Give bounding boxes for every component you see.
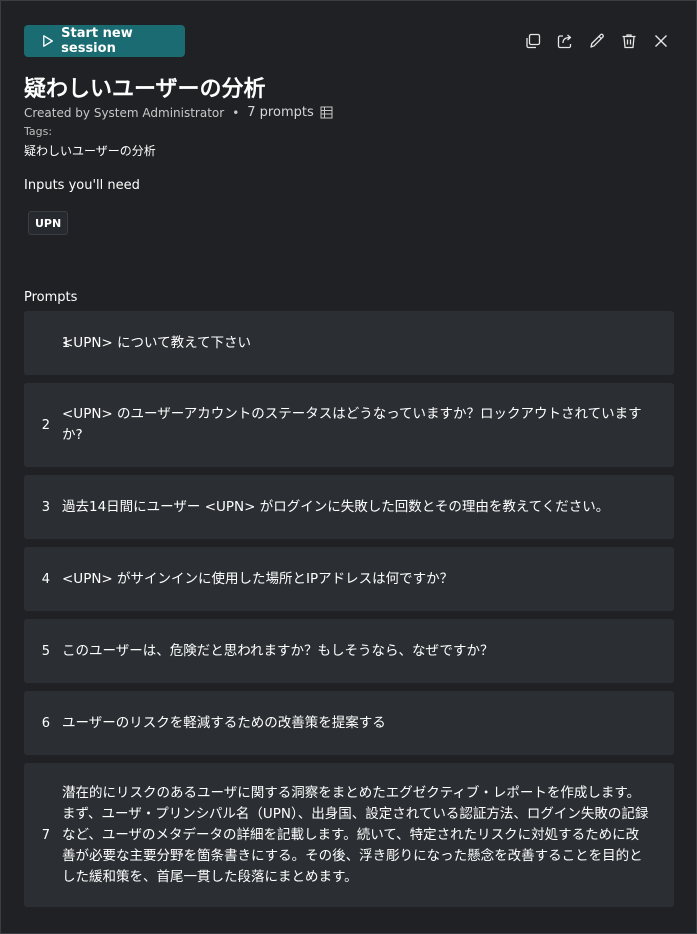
prompts-label: Prompts xyxy=(24,290,78,305)
prompt-text: <UPN> について教えて下さい xyxy=(62,334,251,351)
copy-button[interactable] xyxy=(521,29,545,53)
edit-icon xyxy=(590,33,604,48)
prompt-card-7[interactable]: 7 潜在的にリスクのあるユーザに関する洞察をまとめたエグゼクティブ・レポートを作… xyxy=(24,763,674,907)
share-button[interactable] xyxy=(553,29,577,53)
meta-separator: • xyxy=(232,105,240,120)
prompt-card-3[interactable]: 3 過去14日間にユーザー <UPN> がログインに失敗した回数とその理由を教え… xyxy=(24,475,674,539)
created-by: Created by System Administrator xyxy=(24,105,225,120)
prompt-card-4[interactable]: 4 <UPN> がサインインに使用した場所とIPアドレスは何ですか？ xyxy=(24,547,674,611)
prompt-count: 7 prompts xyxy=(247,105,314,120)
prompt-text: 過去14日間にユーザー <UPN> がログインに失敗した回数とその理由を教えてく… xyxy=(62,498,610,515)
prompt-number: 4 xyxy=(41,571,50,587)
copy-icon xyxy=(526,33,541,49)
prompt-number: 2 xyxy=(41,417,50,433)
tag-item: 疑わしいユーザーの分析 xyxy=(24,144,156,158)
delete-icon xyxy=(622,34,636,49)
prompt-number: 6 xyxy=(41,715,50,731)
prompt-text: <UPN> がサインインに使用した場所とIPアドレスは何ですか？ xyxy=(62,570,454,587)
prompt-number: 7 xyxy=(41,827,50,843)
edit-button[interactable] xyxy=(585,29,609,53)
page-title: 疑わしいユーザーの分析 xyxy=(24,77,266,102)
close-icon xyxy=(655,35,667,47)
prompt-card-1[interactable]: 1 <UPN> について教えて下さい xyxy=(24,311,674,375)
delete-button[interactable] xyxy=(617,29,641,53)
input-chip-upn: UPN xyxy=(28,211,69,235)
close-button[interactable] xyxy=(649,29,673,53)
inputs-label: Inputs you'll need xyxy=(24,178,140,193)
prompt-text: <UPN> のユーザーアカウントのステータスはどうなっていますか？ロックアウトさ… xyxy=(62,406,642,443)
header-actions xyxy=(521,29,673,53)
prompt-text: ユーザーのリスクを軽減するための改善策を提案する xyxy=(62,714,386,731)
start-new-session-button[interactable]: Start new session xyxy=(24,25,185,57)
panel-toolbar: Start new session xyxy=(24,25,673,57)
table-icon xyxy=(320,106,333,119)
share-icon xyxy=(557,34,572,49)
tags-label: Tags: xyxy=(24,125,53,138)
prompt-card-6[interactable]: 6 ユーザーのリスクを軽減するための改善策を提案する xyxy=(24,691,674,755)
prompt-card-5[interactable]: 5 このユーザーは、危険だと思われますか？もしそうなら、なぜですか？ xyxy=(24,619,674,683)
prompt-text: このユーザーは、危険だと思われますか？もしそうなら、なぜですか？ xyxy=(62,642,494,659)
prompt-number: 5 xyxy=(41,643,50,659)
play-icon xyxy=(43,35,53,47)
prompt-book-panel: Start new session 疑わしいユーザーの分析 Created by… xyxy=(0,0,697,934)
prompt-number: 3 xyxy=(41,499,50,515)
prompt-text: 潜在的にリスクのあるユーザに関する洞察をまとめたエグゼクティブ・レポートを作成し… xyxy=(62,784,649,885)
prompt-card-2[interactable]: 2 <UPN> のユーザーアカウントのステータスはどうなっていますか？ロックアウ… xyxy=(24,383,674,467)
start-new-session-label: Start new session xyxy=(61,26,133,56)
prompt-book-meta: Created by System Administrator • 7 prom… xyxy=(24,105,333,120)
